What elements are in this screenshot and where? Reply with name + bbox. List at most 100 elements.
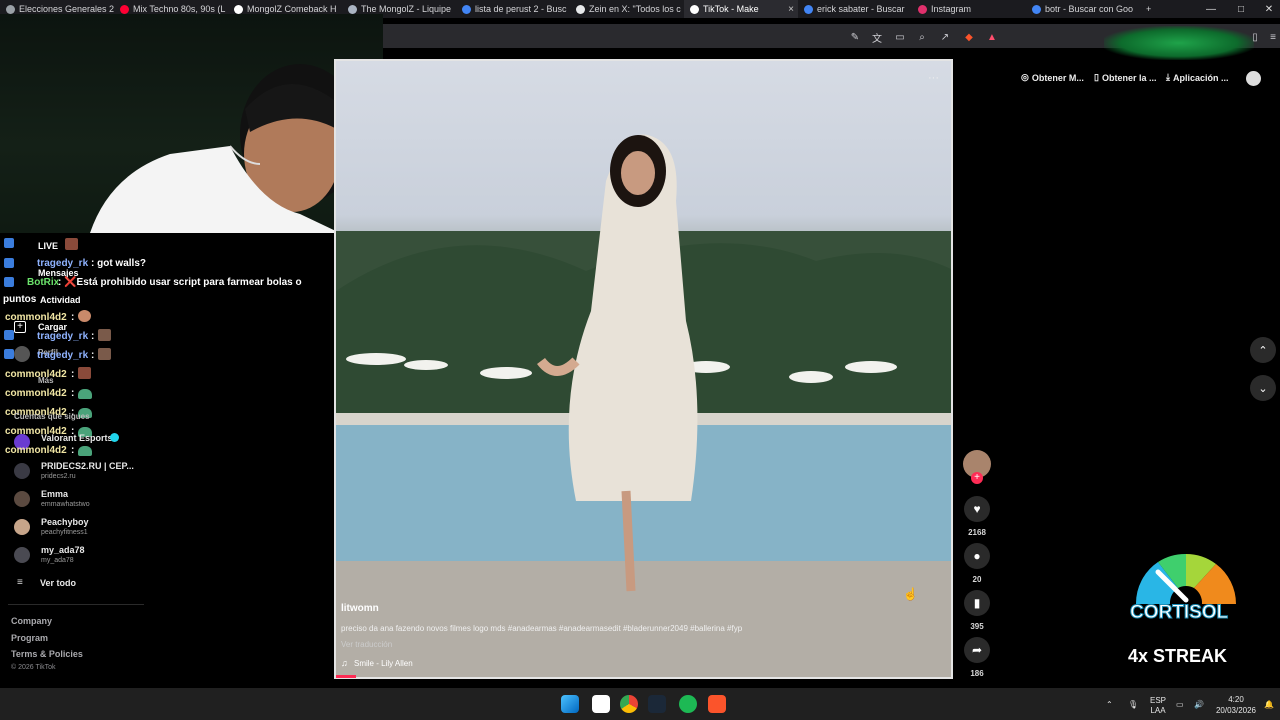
share-count: 186 [970, 669, 984, 678]
browser-tab[interactable]: erick sabater - Buscar [798, 0, 912, 18]
tab-label: erick sabater - Buscar [817, 4, 905, 14]
chat-message: : ❌Está prohibido usar script para farme… [58, 277, 302, 288]
bookmark-button[interactable]: ▮ [964, 590, 990, 616]
translate-icon[interactable]: 文 [870, 30, 884, 45]
lang-bottom[interactable]: LAA [1148, 706, 1168, 716]
green-overlay-blob [1104, 26, 1254, 60]
badge-icon [4, 258, 14, 268]
close-tab-icon[interactable]: × [788, 4, 794, 15]
upload-icon[interactable]: + [14, 321, 26, 333]
browser-tab[interactable]: botr - Buscar con Goo [1026, 0, 1140, 18]
emote-icon [78, 446, 92, 456]
chat-username[interactable]: commonl4d2 [5, 445, 67, 456]
application-button[interactable]: ⤓ Aplicación ... [1166, 72, 1229, 83]
following-name[interactable]: PRIDECS2.RU | CEP... [41, 461, 134, 471]
browser-tab[interactable]: Zein en X: "Todos los c [570, 0, 684, 18]
share-icon[interactable]: ↗ [938, 30, 952, 44]
user-avatar[interactable] [1246, 71, 1261, 86]
notification-icon[interactable]: 🔔 [1264, 700, 1274, 710]
browser-tab[interactable]: Instagram [912, 0, 1026, 18]
more-options-button[interactable]: ··· [928, 72, 939, 84]
comment-button[interactable]: ● [964, 543, 990, 569]
windows-start-icon[interactable] [561, 695, 579, 713]
tab-favicon-icon [804, 4, 813, 14]
video-player[interactable] [334, 59, 953, 679]
maximize-button[interactable]: □ [1226, 0, 1256, 18]
chat-username[interactable]: tragedy_rk [37, 331, 88, 342]
browser-tab[interactable]: TikTok - Make × [684, 0, 798, 18]
share-button[interactable]: ➦ [964, 637, 990, 663]
mic-icon[interactable]: 🎙 [1128, 700, 1138, 710]
chat-username[interactable]: BotRix [27, 277, 59, 288]
following-avatar[interactable] [14, 519, 30, 535]
close-window-button[interactable]: ✕ [1254, 0, 1280, 18]
volume-icon[interactable]: 🔊 [1194, 700, 1204, 710]
chat-username[interactable]: commonl4d2 [5, 388, 67, 399]
video-caption: preciso da ana fazendo novos filmes logo… [341, 624, 743, 633]
tab-favicon-icon [918, 4, 927, 14]
see-all-link[interactable]: Ver todo [40, 578, 76, 588]
follow-button[interactable]: + [971, 472, 983, 484]
nav-more[interactable]: Más [38, 376, 54, 385]
emote-icon [65, 238, 78, 250]
divider [8, 604, 144, 605]
minimize-button[interactable]: — [1196, 0, 1226, 18]
next-video-button[interactable]: ⌄ [1250, 375, 1276, 401]
tab-label: The MongolZ - Liquipe [361, 4, 452, 14]
following-avatar[interactable] [14, 463, 30, 479]
chat-username[interactable]: tragedy_rk [37, 350, 88, 361]
get-app-button[interactable]: ▯ Obtener la ... [1094, 72, 1156, 83]
application-label: Aplicación ... [1172, 72, 1229, 83]
live-icon[interactable] [4, 238, 14, 248]
following-name[interactable]: Emma [41, 489, 68, 499]
cortisol-gauge [1135, 553, 1236, 604]
progress-bar[interactable] [336, 675, 356, 678]
translate-link[interactable]: Ver traducción [341, 640, 392, 649]
video-author[interactable]: litwomn [341, 603, 379, 614]
menu-icon[interactable]: ≡ [1266, 30, 1280, 44]
lang-top[interactable]: ESP [1148, 696, 1168, 706]
brave-rewards-icon[interactable]: ▲ [985, 30, 999, 44]
tab-label: Elecciones Generales 2 [19, 4, 114, 14]
following-avatar[interactable] [14, 547, 30, 563]
following-name[interactable]: Peachyboy [41, 517, 89, 527]
network-icon[interactable]: ▭ [1176, 700, 1184, 710]
comment-count: 20 [972, 575, 982, 584]
nav-live[interactable]: LIVE [38, 241, 58, 251]
music-title[interactable]: Smile - Lily Allen [354, 659, 413, 668]
tab-favicon-icon [462, 4, 471, 14]
cortisol-label: CORTISOL [1129, 602, 1229, 624]
tab-label: botr - Buscar con Goo [1045, 4, 1134, 14]
chrome-icon[interactable] [620, 695, 638, 713]
profile-avatar[interactable] [14, 346, 30, 362]
following-avatar[interactable] [14, 491, 30, 507]
brave-icon[interactable] [708, 695, 726, 713]
chat-message: : [71, 388, 75, 399]
download-icon: ⤓ [1166, 72, 1170, 82]
steam-icon[interactable] [648, 695, 666, 713]
clock-date[interactable]: 20/03/2026 [1212, 706, 1260, 716]
zoom-icon[interactable]: ⌕ [915, 30, 929, 44]
previous-video-button[interactable]: ⌃ [1250, 337, 1276, 363]
footer-terms[interactable]: Terms & Policies [11, 649, 83, 659]
following-handle: emmawhatstwo [41, 501, 90, 508]
tab-label: MongolZ Comeback H [247, 4, 337, 14]
get-coins-button[interactable]: ◎ Obtener M... [1021, 72, 1084, 83]
sidebar-icon[interactable]: ▯ [1248, 30, 1262, 44]
reader-mode-icon[interactable]: ✎ [848, 30, 862, 44]
footer-company[interactable]: Company [11, 616, 52, 626]
spotify-icon[interactable] [679, 695, 697, 713]
new-tab-button[interactable]: + [1140, 0, 1164, 18]
chat-username[interactable]: commonl4d2 [5, 369, 67, 380]
like-button[interactable]: ♥ [964, 496, 990, 522]
notes-icon[interactable] [592, 695, 610, 713]
tray-chevron-icon[interactable]: ⌃ [1106, 700, 1113, 710]
footer-program[interactable]: Program [11, 633, 48, 643]
nav-activity[interactable]: Actividad [40, 295, 81, 305]
clock-time[interactable]: 4:20 [1212, 695, 1260, 705]
browser-tab[interactable]: lista de perust 2 - Busc [456, 0, 570, 18]
screenshot-icon[interactable]: ▭ [893, 30, 907, 44]
following-name[interactable]: my_ada78 [41, 545, 85, 555]
following-name[interactable]: Valorant Esports [41, 433, 113, 443]
brave-shield-icon[interactable]: ◆ [962, 30, 976, 44]
